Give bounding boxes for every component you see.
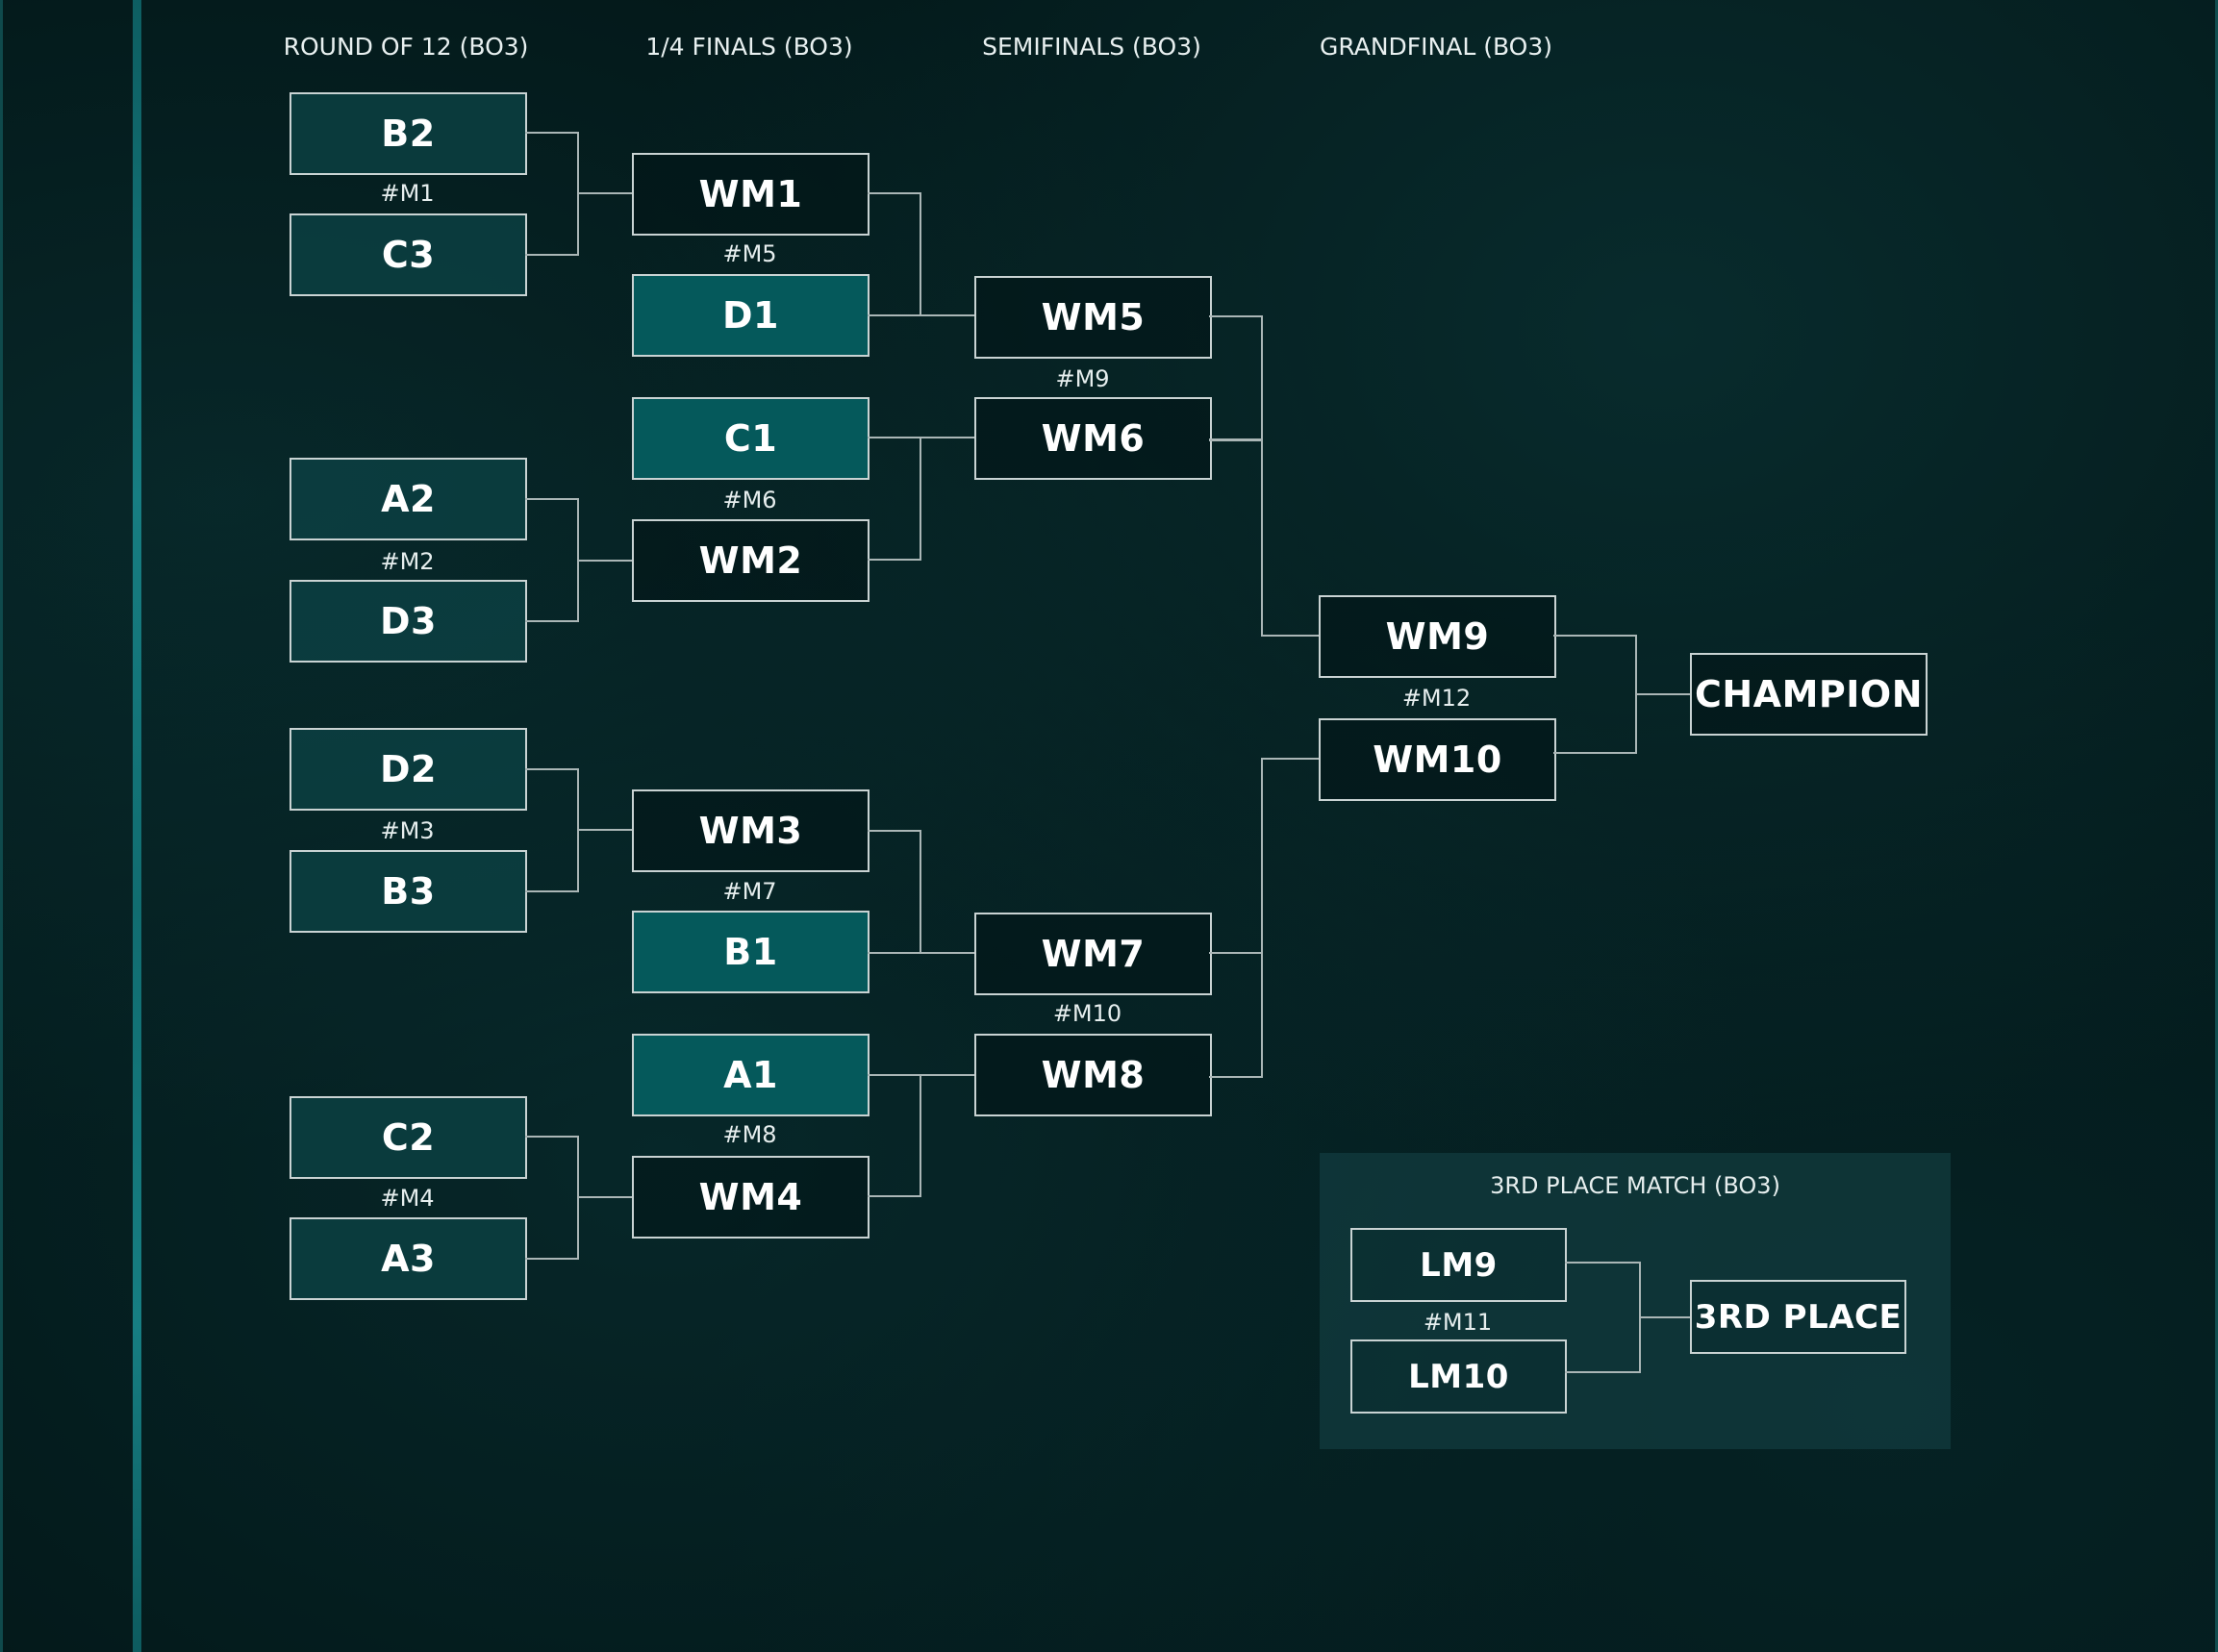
connector-line	[525, 1258, 579, 1260]
slot-m4-top[interactable]: C2	[290, 1096, 527, 1179]
third-place-title: 3RD PLACE MATCH (BO3)	[1490, 1172, 1780, 1199]
connector-line	[577, 1196, 632, 1198]
match-id-m6: #M6	[722, 487, 777, 513]
slot-m8-top[interactable]: A1	[632, 1034, 870, 1116]
slot-m3-top[interactable]: D2	[290, 728, 527, 811]
connector-line	[1261, 635, 1319, 637]
decorative-stripe	[133, 0, 141, 1652]
slot-m6-top[interactable]: C1	[632, 397, 870, 480]
connector-line	[525, 620, 579, 622]
slot-m10-top[interactable]: WM7	[974, 913, 1212, 995]
connector-line	[920, 830, 921, 953]
slot-m9-bottom[interactable]: WM6	[974, 397, 1212, 480]
slot-m7-bottom[interactable]: B1	[632, 911, 870, 993]
match-id-m5: #M5	[722, 240, 777, 267]
slot-m10-bottom[interactable]: WM8	[974, 1034, 1212, 1116]
connector-line	[525, 254, 579, 256]
slot-m5-top[interactable]: WM1	[632, 153, 870, 236]
connector-line	[525, 132, 579, 134]
slot-m8-bottom[interactable]: WM4	[632, 1156, 870, 1239]
connector-line	[1565, 1262, 1641, 1264]
connector-line	[920, 192, 921, 315]
connector-line	[1209, 315, 1263, 317]
slot-m1-bottom[interactable]: C3	[290, 213, 527, 296]
slot-m1-top[interactable]: B2	[290, 92, 527, 175]
connector-line	[1209, 1076, 1263, 1078]
connector-line	[868, 559, 921, 561]
champion-slot[interactable]: CHAMPION	[1690, 653, 1928, 736]
header-semifinals: SEMIFINALS (BO3)	[982, 33, 1201, 61]
match-id-m10: #M10	[1052, 1000, 1122, 1027]
match-id-m8: #M8	[722, 1121, 777, 1148]
header-grandfinal: GRANDFINAL (BO3)	[1319, 33, 1553, 61]
match-id-m4: #M4	[380, 1185, 435, 1212]
slot-m9-top[interactable]: WM5	[974, 276, 1212, 359]
connector-line	[1553, 752, 1637, 754]
match-id-m2: #M2	[380, 548, 435, 575]
slot-m11-top[interactable]: LM9	[1350, 1228, 1567, 1302]
slot-m7-top[interactable]: WM3	[632, 789, 870, 872]
connector-line	[1553, 635, 1637, 637]
connector-line	[1639, 1316, 1690, 1318]
connector-line	[1635, 693, 1690, 695]
slot-m5-bottom[interactable]: D1	[632, 274, 870, 357]
match-id-m12: #M12	[1401, 685, 1472, 712]
match-id-m9: #M9	[1055, 365, 1110, 392]
connector-line	[1565, 1371, 1641, 1373]
slot-m12-top[interactable]: WM9	[1319, 595, 1556, 678]
connector-line	[1209, 438, 1263, 441]
connector-line	[868, 314, 974, 316]
connector-line	[577, 829, 632, 831]
connector-line	[868, 192, 921, 194]
match-id-m11: #M11	[1423, 1309, 1493, 1336]
third-place-slot[interactable]: 3RD PLACE	[1690, 1280, 1906, 1354]
connector-line	[525, 498, 579, 500]
match-id-m1: #M1	[380, 180, 435, 207]
header-quarterfinals: 1/4 FINALS (BO3)	[645, 33, 853, 61]
connector-line	[577, 560, 632, 562]
connector-line	[525, 1136, 579, 1138]
slot-m11-bottom[interactable]: LM10	[1350, 1339, 1567, 1414]
connector-line	[920, 1074, 921, 1197]
slot-m12-bottom[interactable]: WM10	[1319, 718, 1556, 801]
connector-line	[525, 768, 579, 770]
connector-line	[868, 952, 974, 954]
connector-line	[920, 437, 921, 561]
slot-m6-bottom[interactable]: WM2	[632, 519, 870, 602]
connector-line	[1261, 758, 1319, 760]
connector-line	[577, 192, 632, 194]
left-edge-border	[0, 0, 3, 1652]
slot-m3-bottom[interactable]: B3	[290, 850, 527, 933]
header-round-of-12: ROUND OF 12 (BO3)	[283, 33, 529, 61]
connector-line	[1209, 952, 1263, 954]
slot-m4-bottom[interactable]: A3	[290, 1217, 527, 1300]
connector-line	[1261, 315, 1263, 637]
match-id-m7: #M7	[722, 878, 777, 905]
connector-line	[1261, 758, 1263, 1078]
slot-m2-top[interactable]: A2	[290, 458, 527, 540]
match-id-m3: #M3	[380, 817, 435, 844]
connector-line	[525, 890, 579, 892]
connector-line	[868, 1195, 921, 1197]
connector-line	[868, 830, 921, 832]
slot-m2-bottom[interactable]: D3	[290, 580, 527, 663]
